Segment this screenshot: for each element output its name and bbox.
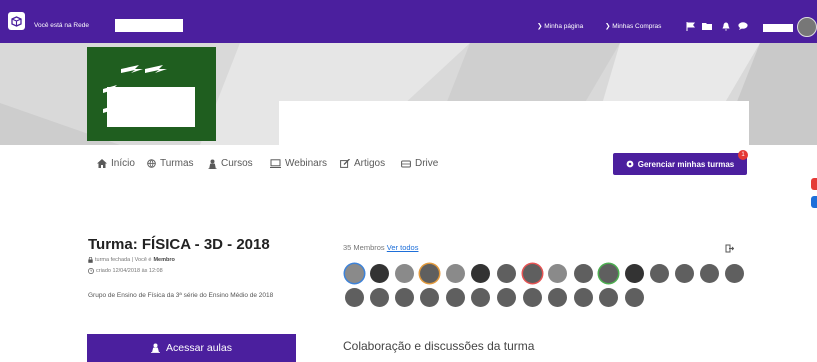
- member-avatar[interactable]: [497, 288, 516, 307]
- member-avatar[interactable]: [599, 288, 618, 307]
- person-icon: [151, 343, 161, 353]
- member-avatar[interactable]: [370, 264, 389, 283]
- members-count: 35 Membros Ver todos: [343, 243, 418, 252]
- class-created-text: criado 12/04/2018 às 12:08: [96, 268, 163, 274]
- member-avatar[interactable]: [497, 264, 516, 283]
- side-tab-red[interactable]: [811, 178, 817, 190]
- page: Você está na Rede ❯ Minha página ❯ Minha…: [0, 0, 817, 362]
- member-avatar[interactable]: [446, 288, 465, 307]
- collaboration-heading: Colaboração e discussões da turma: [343, 339, 535, 353]
- banner-title-box: [279, 101, 749, 145]
- leave-group-icon[interactable]: [725, 244, 734, 253]
- member-avatar[interactable]: [446, 264, 465, 283]
- monitor-icon: [270, 159, 281, 168]
- class-role: Membro: [153, 257, 175, 263]
- user-avatar[interactable]: [797, 17, 817, 37]
- manage-classes-button[interactable]: Gerenciar minhas turmas: [613, 153, 747, 175]
- home-icon: [97, 159, 107, 168]
- class-status-text: turma fechada | Você é: [95, 257, 152, 263]
- nav-label: Cursos: [221, 158, 253, 169]
- member-avatar[interactable]: [548, 288, 567, 307]
- member-avatar[interactable]: [625, 288, 644, 307]
- app-logo-icon[interactable]: [8, 12, 25, 30]
- nav-label: Início: [111, 158, 135, 169]
- folder-icon[interactable]: [702, 21, 712, 31]
- clock-icon: [88, 268, 94, 274]
- class-status: turma fechada | Você é Membro: [88, 257, 175, 263]
- person-icon: [208, 159, 217, 169]
- access-lessons-button[interactable]: Acessar aulas: [87, 334, 296, 362]
- lock-icon: [88, 257, 93, 263]
- member-avatar[interactable]: [574, 288, 593, 307]
- member-avatar[interactable]: [345, 264, 364, 283]
- side-tab-blue[interactable]: [811, 196, 817, 208]
- nav-label: Turmas: [160, 158, 194, 169]
- notification-badge: 1: [738, 150, 748, 160]
- member-avatar[interactable]: [523, 264, 542, 283]
- nav-turmas[interactable]: Turmas: [147, 158, 194, 169]
- members-count-text: 35 Membros: [343, 243, 385, 252]
- top-bar: Você está na Rede ❯ Minha página ❯ Minha…: [0, 0, 817, 43]
- member-avatar[interactable]: [675, 264, 694, 283]
- user-name-field[interactable]: [763, 24, 793, 32]
- nav-cursos[interactable]: Cursos: [208, 158, 253, 169]
- member-avatar[interactable]: [650, 264, 669, 283]
- access-lessons-label: Acessar aulas: [166, 342, 232, 354]
- manage-classes-label: Gerenciar minhas turmas: [637, 159, 735, 169]
- nav-label: Webinars: [285, 158, 328, 169]
- member-avatar[interactable]: [574, 264, 593, 283]
- class-created: criado 12/04/2018 às 12:08: [88, 268, 163, 274]
- bell-icon[interactable]: [721, 21, 731, 31]
- nav-artigos[interactable]: Artigos: [340, 158, 385, 169]
- nav-label: Artigos: [354, 158, 386, 169]
- member-avatar[interactable]: [523, 288, 542, 307]
- member-avatar[interactable]: [700, 264, 719, 283]
- group-logo-text-area: [107, 87, 195, 127]
- globe-icon: [147, 159, 156, 168]
- see-all-members-link[interactable]: Ver todos: [387, 243, 419, 252]
- nav-label: Drive: [415, 158, 439, 169]
- member-avatar[interactable]: [345, 288, 364, 307]
- member-avatar[interactable]: [420, 288, 439, 307]
- my-purchases-link[interactable]: ❯ Minhas Compras: [605, 22, 661, 30]
- member-avatar[interactable]: [471, 264, 490, 283]
- member-avatar[interactable]: [725, 264, 744, 283]
- nav-inicio[interactable]: Início: [97, 158, 135, 169]
- nav-drive[interactable]: Drive: [401, 158, 438, 169]
- member-avatar[interactable]: [471, 288, 490, 307]
- group-logo: [87, 47, 216, 141]
- flag-icon[interactable]: [685, 21, 695, 31]
- class-description: Grupo de Ensino de Física da 3ª série do…: [88, 292, 274, 299]
- member-avatar[interactable]: [395, 264, 414, 283]
- gear-icon: [626, 160, 634, 168]
- network-label: Você está na Rede: [34, 22, 89, 29]
- member-avatar[interactable]: [420, 264, 439, 283]
- drive-icon: [401, 160, 411, 167]
- class-title: Turma: FÍSICA - 3D - 2018: [88, 236, 270, 253]
- member-avatar[interactable]: [599, 264, 618, 283]
- member-avatar[interactable]: [625, 264, 644, 283]
- my-page-link[interactable]: ❯ Minha página: [537, 22, 583, 30]
- edit-icon: [340, 159, 350, 168]
- chat-icon[interactable]: [738, 21, 748, 31]
- nav-webinars[interactable]: Webinars: [270, 158, 327, 169]
- member-avatar[interactable]: [370, 288, 389, 307]
- member-avatar[interactable]: [548, 264, 567, 283]
- member-avatar[interactable]: [395, 288, 414, 307]
- network-name-field[interactable]: [115, 19, 183, 32]
